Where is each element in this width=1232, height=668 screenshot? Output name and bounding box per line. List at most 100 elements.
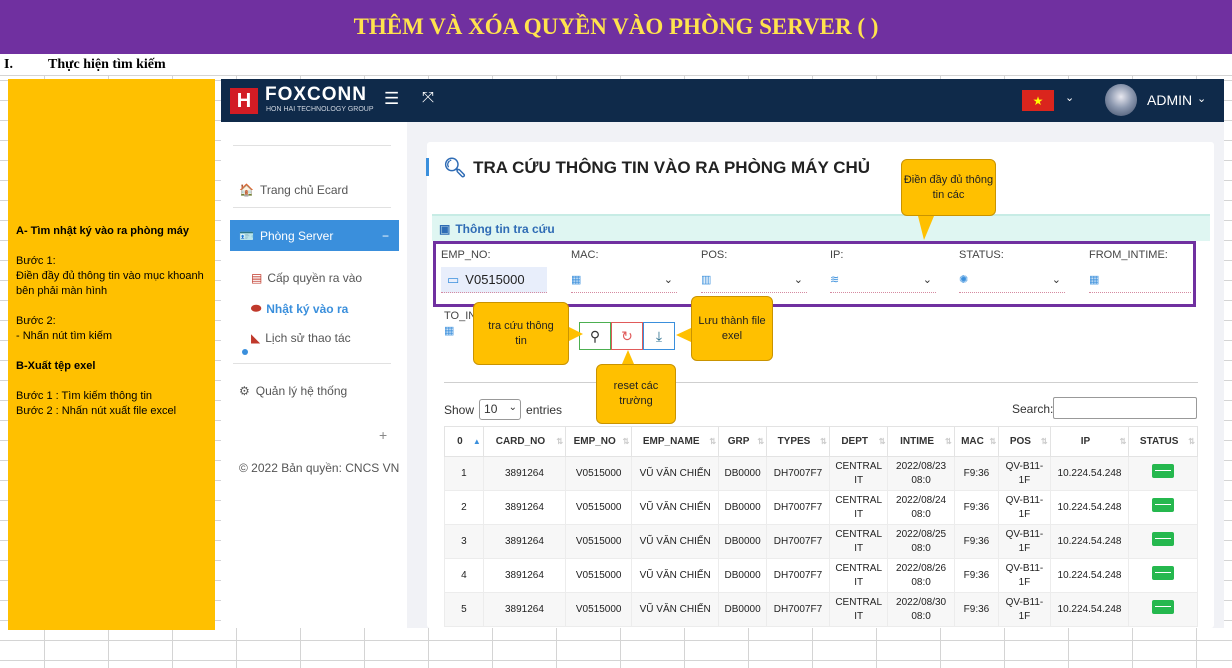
table-cell: 3891264 (482, 456, 567, 491)
callout-text: tra cứu thông tin (488, 319, 554, 347)
sort-icon: ⇅ (757, 437, 765, 446)
column-header-label: STATUS (1139, 436, 1179, 447)
column-header[interactable]: STATUS ⇅ (1128, 426, 1198, 457)
column-header-label: IP (1080, 436, 1091, 447)
chevron-down-icon[interactable]: ⌄ (1197, 92, 1206, 105)
copyright: © 2022 Bản quyền: CNCS VN (239, 461, 400, 475)
ip-select[interactable]: ≋ ⌄ (830, 267, 936, 293)
show-entries: Show 10 ⌄ entries (444, 399, 562, 420)
table-cell: F9:36 (953, 456, 1000, 491)
sidebar-subitem-history[interactable]: ◣ Lịch sử thao tác (251, 331, 351, 345)
column-header[interactable]: 0 ▲ (444, 426, 484, 457)
column-header[interactable]: MAC ⇅ (953, 426, 1000, 457)
table-cell: CENTRAL IT (828, 558, 889, 593)
status-select[interactable]: ✺ ⌄ (959, 267, 1065, 293)
column-header[interactable]: CARD_NO ⇅ (482, 426, 567, 457)
emp-no-input[interactable]: ▭ V0515000 (441, 267, 547, 293)
callout-fill-info: Điền đầy đủ thông tin các (901, 159, 996, 216)
mac-select[interactable]: ▦ ⌄ (571, 267, 677, 293)
table-row[interactable]: 3 3891264 V0515000 VŨ VĂN CHIẾN DB0000 DH7007… (444, 524, 1198, 559)
search-label: Search: (1012, 402, 1054, 416)
chevron-down-icon: ⌄ (922, 274, 932, 286)
page-size-value: 10 (484, 402, 498, 416)
search-input[interactable] (1053, 397, 1197, 419)
status-cell (1128, 558, 1198, 593)
calendar-icon[interactable]: ▦ (444, 324, 454, 337)
callout-pointer (676, 328, 691, 342)
fullscreen-icon[interactable]: ⤧ (422, 89, 434, 106)
sidebar-item-home[interactable]: 🏠 Trang chủ Ecard (239, 183, 348, 197)
card-icon: ▤ (251, 271, 263, 285)
table-cell: DB0000 (718, 490, 768, 525)
table-cell: QV-B11-1F (998, 456, 1051, 491)
note-step1-label: Bước 1: (16, 255, 56, 267)
sort-icon: ⇅ (1188, 437, 1195, 446)
table-cell: 4 (444, 558, 484, 593)
sort-icon: ⇅ (878, 437, 886, 446)
table-row[interactable]: 1 3891264 V0515000 VŨ VĂN CHIẾN DB0000 DH7007… (444, 456, 1198, 491)
building-icon: ▥ (701, 274, 712, 286)
table-row[interactable]: 2 3891264 V0515000 VŨ VĂN CHIẾN DB0000 DH7007… (444, 490, 1198, 525)
camera-icon: ◣ (251, 331, 261, 345)
user-name[interactable]: ADMIN (1147, 92, 1192, 108)
mac-field: MAC: ▦ ⌄ (571, 249, 679, 293)
foxconn-logo-icon: H (230, 88, 258, 114)
column-header[interactable]: EMP_NO ⇅ (565, 426, 633, 457)
expand-icon[interactable]: + (379, 427, 387, 443)
divider (233, 363, 391, 364)
search-button[interactable]: ⚲ (579, 322, 611, 350)
sidebar-subitem-grant[interactable]: ▤ Cấp quyền ra vào (251, 271, 362, 285)
avatar[interactable] (1105, 84, 1137, 116)
column-header[interactable]: TYPES ⇅ (766, 426, 830, 457)
emp-no-value: V0515000 (465, 272, 525, 287)
pos-select[interactable]: ▥ ⌄ (701, 267, 807, 293)
main-card: 🔍︎ TRA CỨU THÔNG TIN VÀO RA PHÒNG MÁY CH… (426, 142, 1214, 628)
callout-text: reset các trường (613, 380, 659, 407)
callout-search: tra cứu thông tin (473, 302, 569, 365)
chevron-down-icon[interactable]: ⌄ (1065, 91, 1074, 104)
divider (233, 145, 391, 146)
sort-icon: ⇅ (709, 437, 717, 446)
document-title: THÊM VÀ XÓA QUYỀN VÀO PHÒNG SERVER ( ) (353, 14, 879, 39)
table-cell: 2022/08/23 08:0 (887, 456, 955, 491)
callout-text: Lưu thành file exel (698, 314, 766, 342)
column-header-label: INTIME (900, 436, 935, 447)
column-header[interactable]: EMP_NAME ⇅ (631, 426, 720, 457)
table-cell: DH7007F7 (766, 490, 830, 525)
note-step1: Bước 1: Điền đầy đủ thông tin vào mục kho… (16, 254, 207, 299)
show-label: Show (444, 402, 475, 417)
vietnam-flag-icon[interactable]: ★ (1022, 90, 1054, 111)
ip-field: IP: ≋ ⌄ (830, 249, 938, 293)
sidebar-item-settings[interactable]: ⚙ Quản lý hệ thống (239, 384, 347, 398)
column-header-label: 0 (457, 436, 463, 447)
emp-no-field: EMP_NO: ▭ V0515000 (441, 249, 551, 293)
page-size-select[interactable]: 10 ⌄ (479, 399, 522, 420)
table-row[interactable]: 4 3891264 V0515000 VŨ VĂN CHIẾN DB0000 DH7007… (444, 558, 1198, 593)
table-cell: DB0000 (718, 558, 768, 593)
note-heading-b: B-Xuất tệp exel (16, 360, 96, 372)
divider (444, 382, 1198, 383)
column-header[interactable]: POS ⇅ (998, 426, 1051, 457)
download-button[interactable]: ⤓ (643, 322, 675, 350)
column-header[interactable]: GRP ⇅ (718, 426, 768, 457)
table-header-row: 0 ▲ CARD_NO ⇅ EMP_NO ⇅ EMP_NAME ⇅ GRP ⇅ TYPES ⇅ DEPT… (444, 426, 1198, 457)
chevron-down-icon: ⌄ (508, 402, 518, 413)
column-header[interactable]: IP ⇅ (1049, 426, 1130, 457)
table-row[interactable]: 5 3891264 V0515000 VŨ VĂN CHIẾN DB0000 DH7007… (444, 592, 1198, 627)
menu-icon[interactable]: ☰ (384, 89, 399, 109)
status-label: STATUS: (959, 249, 1004, 261)
mac-label: MAC: (571, 249, 599, 261)
column-header-label: DEPT (841, 436, 868, 447)
router-icon: ≋ (830, 274, 840, 286)
column-header[interactable]: INTIME ⇅ (887, 426, 955, 457)
status-cell (1128, 524, 1198, 559)
sort-icon: ⇅ (1040, 437, 1048, 446)
sidebar-item-server-room[interactable]: 🪪 Phòng Server − (230, 220, 399, 251)
sidebar-subitem-log[interactable]: ⬬ Nhật ký vào ra (251, 301, 348, 316)
column-header[interactable]: DEPT ⇅ (828, 426, 889, 457)
top-bar: H FOXCONN HON HAI TECHNOLOGY GROUP ☰ ⤧ ★… (221, 79, 1224, 122)
reset-button[interactable]: ↻ (611, 322, 643, 350)
from-intime-input[interactable]: ▦ (1089, 267, 1191, 293)
callout-pointer (569, 327, 583, 341)
note-b-steps: Bước 1 : Tìm kiếm thông tin Bước 2 : Nhấn… (16, 389, 207, 419)
